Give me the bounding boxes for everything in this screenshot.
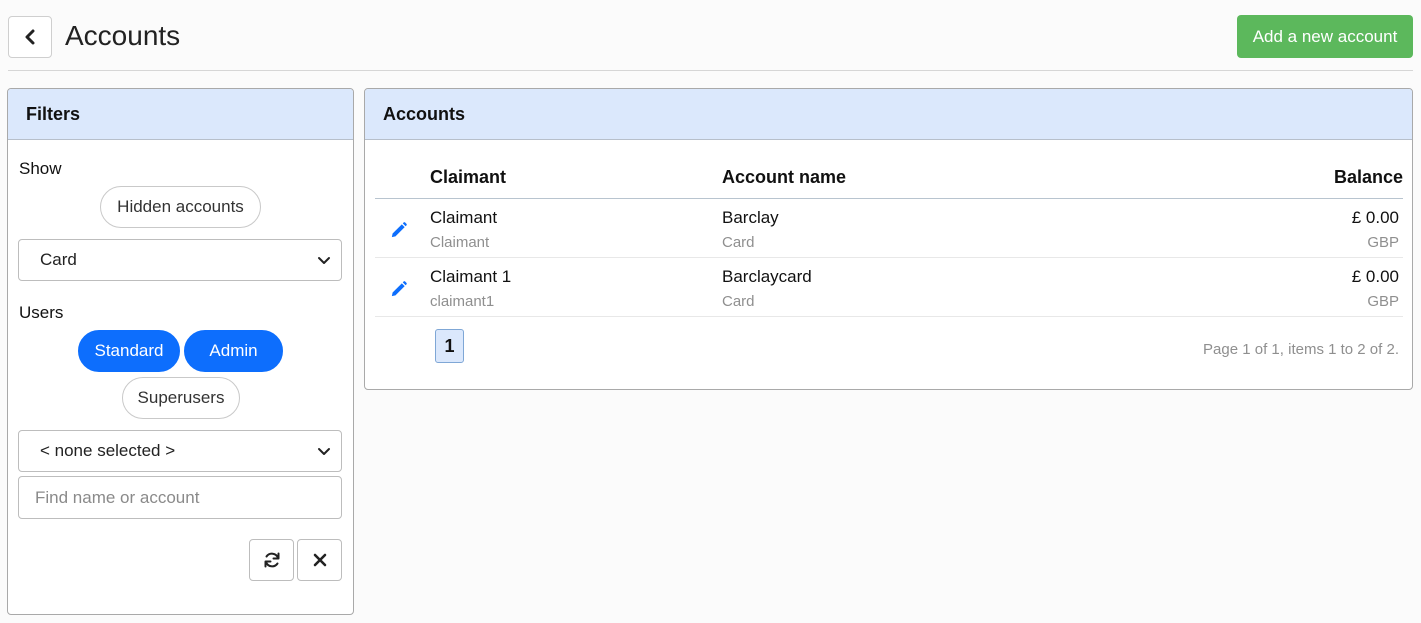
account-type-value: Card (40, 250, 77, 269)
column-header-balance[interactable]: Balance (1334, 167, 1403, 188)
account-name: Barclay (722, 208, 779, 227)
users-label: Users (19, 303, 64, 322)
claimant-name: Claimant (430, 208, 498, 227)
search-input[interactable]: Find name or account (18, 476, 342, 519)
claimant-username: Claimant (430, 234, 490, 251)
account-balance: £ 0.00 (1351, 267, 1399, 286)
superusers-toggle[interactable]: Superusers (122, 377, 240, 419)
account-name: Barclaycard (722, 267, 812, 286)
claimant-name: Claimant 1 (430, 267, 512, 286)
account-type: Card (722, 234, 755, 251)
table-row[interactable]: Claimant Claimant Barclay Card £ 0.00 GB… (375, 199, 1403, 258)
add-account-button[interactable]: Add a new account (1237, 15, 1413, 58)
account-currency: GBP (1367, 293, 1399, 310)
admin-users-toggle[interactable]: Admin (184, 330, 283, 372)
standard-users-toggle[interactable]: Standard (78, 330, 180, 372)
show-label: Show (19, 159, 62, 178)
account-balance: £ 0.00 (1351, 208, 1399, 227)
chevron-down-icon (318, 257, 330, 264)
close-icon (313, 553, 326, 567)
filters-title: Filters (8, 89, 353, 140)
edit-pencil-icon[interactable] (389, 280, 408, 299)
page-title: Accounts (65, 20, 181, 51)
accounts-title: Accounts (365, 89, 1412, 140)
edit-pencil-icon[interactable] (389, 221, 408, 240)
column-header-claimant[interactable]: Claimant (430, 167, 506, 188)
pagination-page-1[interactable]: 1 (435, 329, 464, 363)
refresh-button[interactable] (249, 539, 294, 581)
filters-panel: Filters Show Hidden accounts Card Users … (7, 88, 354, 615)
chevron-down-icon (318, 448, 330, 455)
account-type-select[interactable]: Card (18, 239, 342, 281)
refresh-icon (264, 552, 279, 568)
user-select[interactable]: < none selected > (18, 430, 342, 472)
claimant-username: claimant1 (430, 293, 495, 310)
search-placeholder: Find name or account (35, 487, 200, 507)
header-divider (8, 70, 1413, 71)
hidden-accounts-toggle[interactable]: Hidden accounts (100, 186, 261, 228)
account-currency: GBP (1367, 234, 1399, 251)
user-select-value: < none selected > (40, 441, 176, 460)
pagination-info: Page 1 of 1, items 1 to 2 of 2. (1203, 341, 1399, 358)
table-row[interactable]: Claimant 1 claimant1 Barclaycard Card £ … (375, 258, 1403, 317)
accounts-panel: Accounts Claimant Account name Balance C… (364, 88, 1413, 390)
chevron-left-icon (25, 29, 35, 45)
clear-filters-button[interactable] (297, 539, 342, 581)
back-button[interactable] (8, 16, 52, 58)
account-type: Card (722, 293, 755, 310)
column-header-account-name[interactable]: Account name (722, 167, 846, 188)
